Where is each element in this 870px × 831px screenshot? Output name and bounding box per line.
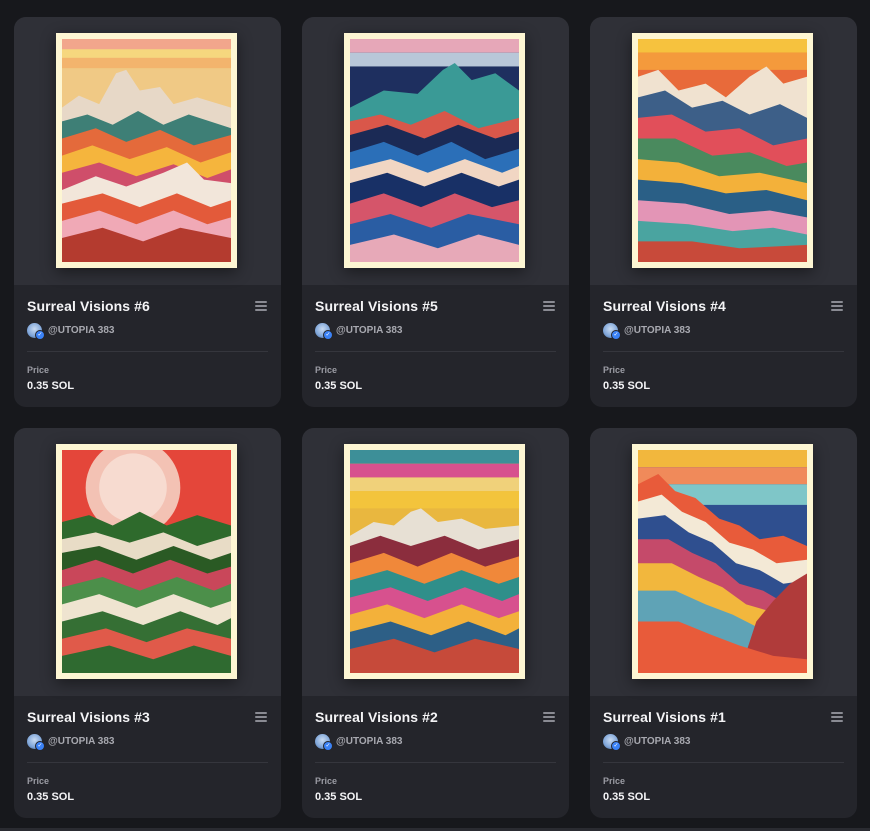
verified-badge-icon: ✓ <box>35 740 45 751</box>
artwork-frame <box>56 444 237 679</box>
author[interactable]: ✓ @UTOPIA 383 <box>315 732 402 751</box>
author-name[interactable]: @UTOPIA 383 <box>624 325 690 336</box>
price-value: 0.35 SOL <box>315 791 363 803</box>
artwork-thumbnail[interactable] <box>14 428 281 696</box>
verified-badge-icon: ✓ <box>611 329 621 340</box>
author[interactable]: ✓ @UTOPIA 383 <box>603 321 690 340</box>
author-name[interactable]: @UTOPIA 383 <box>624 736 690 747</box>
avatar: ✓ <box>315 733 333 751</box>
nft-grid: Surreal Visions #6 ✓ @UTOPIA 383 Price 0… <box>0 0 870 831</box>
divider <box>27 762 268 763</box>
price-value: 0.35 SOL <box>27 791 75 803</box>
nft-card[interactable]: Surreal Visions #3 ✓ @UTOPIA 383 Price 0… <box>14 428 281 818</box>
menu-icon[interactable] <box>543 301 555 311</box>
divider <box>603 762 844 763</box>
price-label: Price <box>603 776 626 786</box>
divider <box>603 351 844 352</box>
card-title[interactable]: Surreal Visions #1 <box>603 709 726 725</box>
author[interactable]: ✓ @UTOPIA 383 <box>315 321 402 340</box>
artwork-thumbnail[interactable] <box>302 428 569 696</box>
card-title[interactable]: Surreal Visions #5 <box>315 298 438 314</box>
price-value: 0.35 SOL <box>315 380 363 392</box>
author[interactable]: ✓ @UTOPIA 383 <box>27 732 114 751</box>
card-title[interactable]: Surreal Visions #3 <box>27 709 150 725</box>
artwork-image <box>350 39 519 262</box>
verified-badge-icon: ✓ <box>323 740 333 751</box>
price-value: 0.35 SOL <box>603 791 651 803</box>
artwork-image <box>638 39 807 262</box>
card-title[interactable]: Surreal Visions #2 <box>315 709 438 725</box>
nft-card[interactable]: Surreal Visions #5 ✓ @UTOPIA 383 Price 0… <box>302 17 569 407</box>
artwork-thumbnail[interactable] <box>14 17 281 285</box>
nft-card[interactable]: Surreal Visions #1 ✓ @UTOPIA 383 Price 0… <box>590 428 857 818</box>
price-label: Price <box>603 365 626 375</box>
price-label: Price <box>27 365 50 375</box>
nft-card[interactable]: Surreal Visions #2 ✓ @UTOPIA 383 Price 0… <box>302 428 569 818</box>
divider <box>315 351 556 352</box>
artwork-thumbnail[interactable] <box>302 17 569 285</box>
nft-card[interactable]: Surreal Visions #4 ✓ @UTOPIA 383 Price 0… <box>590 17 857 407</box>
artwork-image <box>350 450 519 673</box>
artwork-frame <box>344 33 525 268</box>
avatar: ✓ <box>603 322 621 340</box>
menu-icon[interactable] <box>543 712 555 722</box>
price-label: Price <box>315 365 338 375</box>
artwork-frame <box>632 444 813 679</box>
verified-badge-icon: ✓ <box>35 329 45 340</box>
artwork-thumbnail[interactable] <box>590 17 857 285</box>
avatar: ✓ <box>603 733 621 751</box>
avatar: ✓ <box>27 322 45 340</box>
divider <box>27 351 268 352</box>
artwork-thumbnail[interactable] <box>590 428 857 696</box>
artwork-image <box>638 450 807 673</box>
price-value: 0.35 SOL <box>603 380 651 392</box>
artwork-frame <box>632 33 813 268</box>
avatar: ✓ <box>315 322 333 340</box>
author-name[interactable]: @UTOPIA 383 <box>336 736 402 747</box>
author[interactable]: ✓ @UTOPIA 383 <box>27 321 114 340</box>
price-label: Price <box>27 776 50 786</box>
price-label: Price <box>315 776 338 786</box>
author-name[interactable]: @UTOPIA 383 <box>48 325 114 336</box>
nft-card[interactable]: Surreal Visions #6 ✓ @UTOPIA 383 Price 0… <box>14 17 281 407</box>
menu-icon[interactable] <box>255 712 267 722</box>
price-value: 0.35 SOL <box>27 380 75 392</box>
verified-badge-icon: ✓ <box>323 329 333 340</box>
menu-icon[interactable] <box>831 712 843 722</box>
artwork-image <box>62 39 231 262</box>
menu-icon[interactable] <box>831 301 843 311</box>
menu-icon[interactable] <box>255 301 267 311</box>
verified-badge-icon: ✓ <box>611 740 621 751</box>
artwork-image <box>62 450 231 673</box>
divider <box>315 762 556 763</box>
author-name[interactable]: @UTOPIA 383 <box>336 325 402 336</box>
author-name[interactable]: @UTOPIA 383 <box>48 736 114 747</box>
card-title[interactable]: Surreal Visions #4 <box>603 298 726 314</box>
card-title[interactable]: Surreal Visions #6 <box>27 298 150 314</box>
artwork-frame <box>344 444 525 679</box>
artwork-frame <box>56 33 237 268</box>
author[interactable]: ✓ @UTOPIA 383 <box>603 732 690 751</box>
avatar: ✓ <box>27 733 45 751</box>
